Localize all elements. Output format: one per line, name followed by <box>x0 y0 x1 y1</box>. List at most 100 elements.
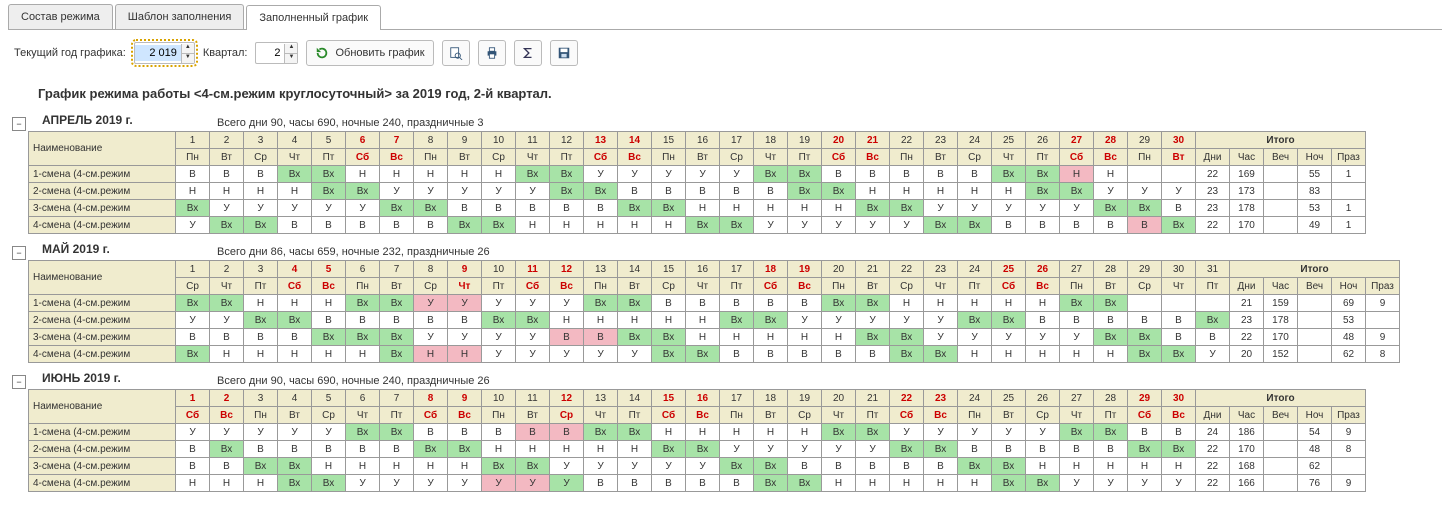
cell[interactable]: Вх <box>414 200 448 217</box>
cell[interactable]: В <box>992 441 1026 458</box>
year-up[interactable]: ▲ <box>182 44 194 54</box>
cell[interactable]: У <box>448 183 482 200</box>
cell[interactable]: У <box>958 424 992 441</box>
cell[interactable]: У <box>550 458 584 475</box>
cell[interactable]: В <box>822 346 856 363</box>
cell[interactable]: Н <box>652 312 686 329</box>
cell[interactable]: В <box>686 183 720 200</box>
cell[interactable]: У <box>822 441 856 458</box>
cell[interactable]: Вх <box>1128 441 1162 458</box>
cell[interactable]: Вх <box>448 441 482 458</box>
cell[interactable]: Н <box>992 183 1026 200</box>
cell[interactable]: Вх <box>958 458 992 475</box>
cell[interactable]: В <box>414 424 448 441</box>
cell[interactable]: Н <box>686 424 720 441</box>
cell[interactable]: Н <box>788 329 822 346</box>
cell[interactable]: Н <box>312 295 346 312</box>
cell[interactable]: У <box>652 458 686 475</box>
cell[interactable]: В <box>890 458 924 475</box>
cell[interactable]: Вх <box>856 329 890 346</box>
sum-button[interactable] <box>514 40 542 66</box>
cell[interactable]: У <box>482 346 516 363</box>
cell[interactable]: У <box>278 424 312 441</box>
cell[interactable]: У <box>788 217 822 234</box>
cell[interactable]: В <box>482 200 516 217</box>
cell[interactable]: Вх <box>686 346 720 363</box>
cell[interactable]: Н <box>1026 346 1060 363</box>
cell[interactable]: Н <box>210 475 244 492</box>
cell[interactable]: Н <box>278 295 312 312</box>
cell[interactable]: Вх <box>346 329 380 346</box>
cell[interactable]: Вх <box>652 346 686 363</box>
cell[interactable]: Вх <box>210 441 244 458</box>
cell[interactable]: У <box>482 475 516 492</box>
cell[interactable]: Н <box>550 312 584 329</box>
cell[interactable]: У <box>414 183 448 200</box>
cell[interactable]: У <box>278 200 312 217</box>
cell[interactable]: Вх <box>176 295 210 312</box>
cell[interactable]: В <box>210 458 244 475</box>
cell[interactable]: В <box>856 346 890 363</box>
cell[interactable]: В <box>1026 217 1060 234</box>
cell[interactable]: Н <box>720 424 754 441</box>
cell[interactable]: Вх <box>1162 346 1196 363</box>
cell[interactable]: В <box>924 166 958 183</box>
collapse-toggle[interactable]: − <box>12 117 26 131</box>
cell[interactable]: В <box>176 329 210 346</box>
cell[interactable]: В <box>278 329 312 346</box>
cell[interactable]: У <box>1026 200 1060 217</box>
cell[interactable]: Н <box>312 346 346 363</box>
cell[interactable]: В <box>584 200 618 217</box>
cell[interactable]: Вх <box>584 183 618 200</box>
cell[interactable]: У <box>1162 475 1196 492</box>
cell[interactable]: Н <box>1094 346 1128 363</box>
cell[interactable]: Вх <box>856 295 890 312</box>
cell[interactable]: В <box>448 424 482 441</box>
cell[interactable]: У <box>414 329 448 346</box>
tab-regime[interactable]: Состав режима <box>8 4 113 29</box>
cell[interactable]: Вх <box>754 458 788 475</box>
cell[interactable]: Н <box>414 458 448 475</box>
cell[interactable]: Вх <box>550 183 584 200</box>
cell[interactable]: В <box>584 475 618 492</box>
cell[interactable]: Н <box>788 200 822 217</box>
cell[interactable]: Вх <box>380 329 414 346</box>
cell[interactable]: В <box>550 329 584 346</box>
cell[interactable]: Н <box>1060 458 1094 475</box>
cell[interactable]: У <box>1162 183 1196 200</box>
cell[interactable]: Вх <box>312 329 346 346</box>
cell[interactable]: Вх <box>720 312 754 329</box>
cell[interactable]: Вх <box>618 295 652 312</box>
cell[interactable]: У <box>720 166 754 183</box>
cell[interactable]: В <box>346 312 380 329</box>
cell[interactable]: У <box>448 475 482 492</box>
cell[interactable]: У <box>1196 346 1230 363</box>
cell[interactable]: У <box>550 346 584 363</box>
cell[interactable]: В <box>176 441 210 458</box>
cell[interactable]: Вх <box>992 166 1026 183</box>
cell[interactable]: Н <box>992 295 1026 312</box>
cell[interactable]: В <box>856 166 890 183</box>
cell[interactable]: Н <box>720 329 754 346</box>
cell[interactable]: Вх <box>720 217 754 234</box>
cell[interactable]: У <box>924 312 958 329</box>
cell[interactable]: Вх <box>856 424 890 441</box>
cell[interactable]: Н <box>618 217 652 234</box>
cell[interactable]: Н <box>1162 458 1196 475</box>
cell[interactable]: В <box>1060 312 1094 329</box>
cell[interactable]: В <box>176 166 210 183</box>
cell[interactable]: У <box>618 458 652 475</box>
cell[interactable]: У <box>176 217 210 234</box>
cell[interactable]: В <box>652 183 686 200</box>
cell[interactable]: В <box>380 441 414 458</box>
cell[interactable]: У <box>856 312 890 329</box>
cell[interactable]: Н <box>754 424 788 441</box>
cell[interactable]: У <box>1060 200 1094 217</box>
cell[interactable]: У <box>856 217 890 234</box>
cell[interactable]: В <box>516 424 550 441</box>
cell[interactable]: В <box>856 458 890 475</box>
cell[interactable]: У <box>924 200 958 217</box>
cell[interactable]: У <box>788 441 822 458</box>
cell[interactable]: У <box>720 441 754 458</box>
cell[interactable]: Н <box>244 346 278 363</box>
